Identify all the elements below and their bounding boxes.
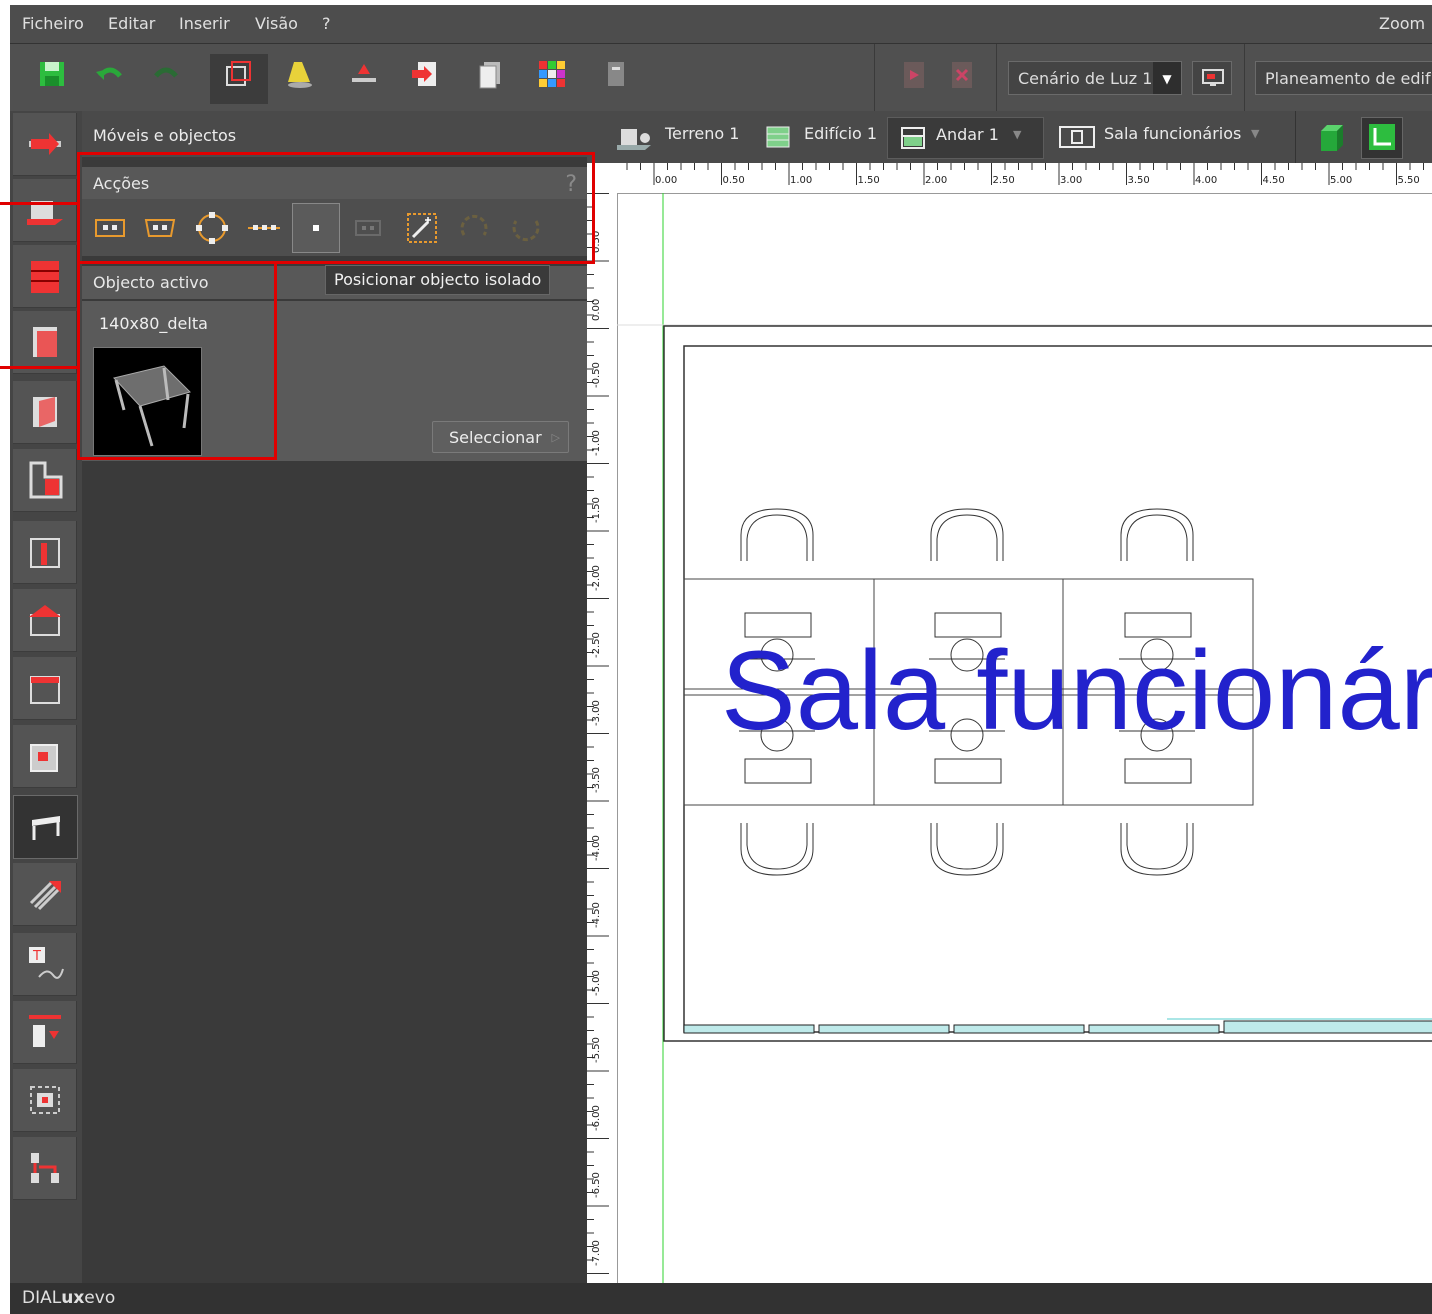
import-arrow-icon: [29, 133, 61, 155]
save-icon[interactable]: [36, 58, 68, 90]
display-button[interactable]: [1192, 61, 1232, 95]
menu-insert[interactable]: Inserir: [179, 14, 230, 33]
select-object-button[interactable]: Seleccionar ▷: [432, 421, 569, 453]
floorplan-view-icon: [1369, 124, 1395, 150]
terrain-tab-icon: [617, 129, 651, 150]
room-icon: [33, 397, 57, 427]
chevron-down-icon[interactable]: ▼: [1153, 62, 1181, 94]
export-icon[interactable]: [410, 58, 442, 90]
luminaire-icon: [29, 1015, 61, 1047]
tool-luminaire-button[interactable]: [13, 1001, 77, 1064]
room-tab-icon: [1059, 126, 1095, 148]
color-grid-icon[interactable]: [536, 58, 568, 90]
menu-bar: Ficheiro Editar Inserir Visão ? Zoom: [10, 5, 1432, 43]
scene-breadcrumb-bar: Terreno 1 Edifício 1 Andar 1 ▼ Sala func…: [587, 111, 1432, 163]
tool-text-button[interactable]: T: [13, 933, 77, 996]
annotation-box-active-object: [77, 261, 277, 460]
tool-strip: T: [10, 111, 82, 1283]
select-object-label: Seleccionar: [449, 428, 542, 447]
status-bar: DIALuxevo: [10, 1283, 1432, 1314]
tool-ceiling-button[interactable]: [13, 657, 77, 720]
tool-calculation-objects-button[interactable]: [13, 1069, 77, 1132]
tool-building-button[interactable]: [13, 245, 77, 308]
menu-help[interactable]: ?: [322, 14, 331, 33]
light-scene-label: Cenário de Luz 1: [1018, 69, 1153, 88]
tooltip: Posicionar objecto isolado: [325, 265, 551, 295]
room-name-label: Sala funcionári: [721, 628, 1432, 753]
tab-room[interactable]: Sala funcionários: [1104, 124, 1241, 143]
toolbar-divider: [1244, 44, 1245, 112]
tool-room-button[interactable]: [13, 381, 77, 444]
redo-icon[interactable]: [150, 58, 182, 90]
stop-calculation-icon[interactable]: [946, 58, 978, 90]
documentation-icon[interactable]: [474, 58, 506, 90]
tool-openings-button[interactable]: [13, 521, 77, 584]
tool-materials-button[interactable]: [13, 863, 77, 926]
tab-storey-label: Andar 1: [936, 125, 999, 144]
planning-mode-dropdown[interactable]: Planeamento de edifíc: [1255, 61, 1432, 95]
annotation-line: [0, 202, 78, 205]
brand-bold: ux: [61, 1288, 85, 1308]
toolbar-divider: [874, 44, 875, 112]
start-calculation-icon[interactable]: [898, 58, 930, 90]
menu-edit[interactable]: Editar: [108, 14, 155, 33]
svg-text:T: T: [32, 949, 41, 964]
tool-control-groups-button[interactable]: [13, 1137, 77, 1200]
planning-mode-label: Planeamento de edifíc: [1265, 69, 1432, 88]
ceiling-icon: [30, 676, 60, 704]
tab-terrain[interactable]: Terreno 1: [665, 124, 739, 143]
brand-logo: DIALuxevo: [22, 1288, 115, 1308]
brand-suffix: evo: [84, 1288, 116, 1308]
menu-view[interactable]: Visão: [255, 14, 298, 33]
construction-cube-icon: [226, 61, 251, 86]
panel-title: Móveis e objectos: [82, 111, 587, 157]
calculation-icon[interactable]: [348, 58, 380, 90]
light-mode-icon[interactable]: [284, 58, 316, 90]
tab-building[interactable]: Edifício 1: [804, 124, 877, 143]
chevron-right-icon: ▷: [551, 431, 560, 444]
materials-icon: [29, 881, 61, 911]
tab-storey[interactable]: Andar 1 ▼: [887, 117, 1044, 159]
zoom-label[interactable]: Zoom: [1379, 14, 1425, 33]
tool-roof-button[interactable]: [13, 589, 77, 652]
main-toolbar: Cenário de Luz 1 ▼ Planeamento de edifíc: [10, 43, 1432, 112]
floor-plan-drawing[interactable]: Sala funcionári: [587, 163, 1432, 1283]
terrain-icon: [27, 201, 63, 225]
storey-icon: [33, 327, 57, 357]
openings-icon: [30, 538, 60, 568]
annotation-line: [0, 366, 78, 369]
tool-storey-button[interactable]: [13, 311, 77, 374]
control-groups-icon: [31, 1153, 59, 1183]
brand-prefix: DIAL: [22, 1288, 62, 1308]
sheet-icon[interactable]: [600, 58, 632, 90]
tool-floorplan-button[interactable]: [13, 449, 77, 512]
tool-import-button[interactable]: [13, 113, 77, 176]
toolbar-divider: [996, 44, 997, 112]
tool-furniture-button[interactable]: [13, 795, 78, 859]
calc-surface-icon: [30, 1086, 60, 1114]
floorplan-icon: [29, 461, 63, 499]
annotation-box-actions: [77, 152, 595, 264]
chevron-down-icon: ▼: [1013, 128, 1022, 141]
light-scene-dropdown[interactable]: Cenário de Luz 1 ▼: [1008, 61, 1182, 95]
building-icon: [31, 261, 59, 293]
floorplan-view-button[interactable]: [1361, 117, 1403, 159]
text-annotation-icon: T: [29, 947, 64, 979]
storey-tab-icon: [901, 127, 925, 149]
chevron-down-icon[interactable]: ▼: [1251, 127, 1259, 140]
tab-divider: [1295, 111, 1296, 163]
3d-view-icon[interactable]: [1317, 123, 1347, 153]
extrusion-icon: [30, 744, 58, 772]
monitor-icon: [1202, 69, 1224, 86]
tool-extrusion-button[interactable]: [13, 725, 77, 788]
building-tab-icon: [766, 126, 790, 148]
roof-icon: [29, 605, 61, 636]
cad-viewport[interactable]: 0.00 0.50 1.00 1.50 2.00 2.50 3.00 3.50 4.00 4.50…: [587, 163, 1432, 1283]
tool-terrain-button[interactable]: [13, 179, 77, 242]
menu-file[interactable]: Ficheiro: [22, 14, 84, 33]
table-icon: [32, 816, 60, 840]
windows: [683, 1018, 1432, 1034]
undo-icon[interactable]: [94, 58, 126, 90]
